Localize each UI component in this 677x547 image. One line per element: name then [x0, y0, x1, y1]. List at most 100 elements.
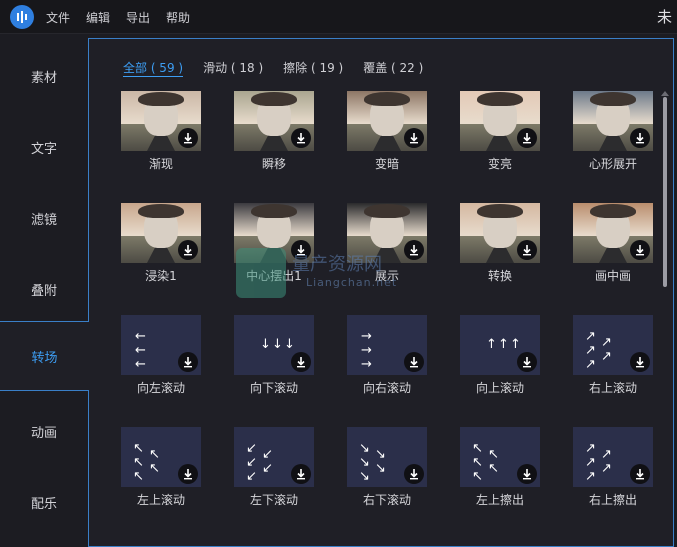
- arrow-glyph-icon: ↙: [246, 469, 257, 484]
- arrow-glyph-icon: ↗: [601, 447, 612, 462]
- sidebar-item-label: 滤镜: [30, 212, 57, 228]
- arrow-glyph-icon: ↓: [260, 337, 271, 352]
- watermark-text: 量产资源网: [292, 254, 382, 275]
- sidebar-item-overlay[interactable]: 叠附: [0, 254, 88, 324]
- download-icon[interactable]: [178, 464, 198, 484]
- download-icon[interactable]: [517, 128, 537, 148]
- transition-thumbnail[interactable]: [573, 203, 653, 263]
- sidebar-item-text[interactable]: 文字: [0, 112, 88, 182]
- arrow-glyph-icon: ↗: [601, 461, 612, 476]
- transition-label: 右上擦出: [588, 493, 637, 507]
- download-icon[interactable]: [178, 352, 198, 372]
- arrow-glyph-icon: ↗: [585, 357, 596, 372]
- transition-thumbnail[interactable]: ↖ ↖ ↖ ↖ ↖: [460, 427, 540, 487]
- transition-label: 渐现: [148, 157, 173, 171]
- transition-thumbnail[interactable]: [121, 91, 201, 151]
- download-icon[interactable]: [178, 128, 198, 148]
- transition-thumbnail[interactable]: ↘ ↘ ↘ ↘ ↘: [347, 427, 427, 487]
- arrow-glyph-icon: ↗: [601, 335, 612, 350]
- transition-thumbnail[interactable]: [347, 91, 427, 151]
- arrow-glyph-icon: ↙: [262, 447, 273, 462]
- watermark-logo-icon: [236, 248, 286, 298]
- transition-thumbnail[interactable]: ↙ ↙ ↙ ↙ ↙: [234, 427, 314, 487]
- tab-slide[interactable]: 滑动 ( 18 ): [203, 59, 263, 77]
- transition-thumbnail[interactable]: ↗ ↗ ↗ ↗ ↗: [573, 427, 653, 487]
- sidebar-item-music[interactable]: 配乐: [0, 467, 88, 537]
- arrow-glyph-icon: ↘: [375, 461, 386, 476]
- arrow-glyph-icon: ←: [135, 329, 146, 344]
- menu-help[interactable]: 帮助: [166, 9, 190, 26]
- transition-label: 向右滚动: [362, 381, 411, 395]
- sidebar-item-filter[interactable]: 滤镜: [0, 183, 88, 253]
- tab-wipe[interactable]: 擦除 ( 19 ): [283, 59, 343, 77]
- sidebar-item-label: 动画: [30, 425, 57, 441]
- arrow-glyph-icon: ↗: [585, 455, 596, 470]
- transition-thumbnail[interactable]: [121, 203, 201, 263]
- arrow-glyph-icon: ↖: [149, 447, 160, 462]
- transition-label: 变暗: [374, 157, 399, 171]
- transition-label: 浸染1: [145, 269, 177, 283]
- transition-label: 向上滚动: [475, 381, 524, 395]
- tab-all[interactable]: 全部 ( 59 ): [123, 59, 184, 77]
- transition-thumbnail[interactable]: [234, 91, 314, 151]
- download-icon[interactable]: [517, 464, 537, 484]
- download-icon[interactable]: [404, 464, 424, 484]
- download-icon[interactable]: [178, 240, 198, 260]
- transition-label: 心形展开: [588, 157, 637, 171]
- app-logo-icon[interactable]: [10, 5, 34, 29]
- transition-thumbnail[interactable]: [573, 91, 653, 151]
- menu-file[interactable]: 文件: [46, 9, 70, 26]
- transition-thumbnail[interactable]: [460, 203, 540, 263]
- scroll-up-icon[interactable]: [661, 91, 669, 96]
- arrow-glyph-icon: ↑: [510, 337, 521, 352]
- scrollbar-thumb[interactable]: [663, 97, 667, 287]
- tab-cover[interactable]: 覆盖 ( 22 ): [363, 59, 423, 77]
- download-icon[interactable]: [630, 240, 650, 260]
- download-icon[interactable]: [517, 352, 537, 372]
- download-icon[interactable]: [291, 352, 311, 372]
- sidebar-item-transition[interactable]: 转场: [0, 321, 89, 391]
- transition-thumbnail[interactable]: ↗ ↗ ↗ ↗ ↗: [573, 315, 653, 375]
- arrow-glyph-icon: ↙: [246, 441, 257, 456]
- arrow-glyph-icon: ←: [135, 357, 146, 372]
- transition-label: 左上滚动: [136, 493, 185, 507]
- transition-thumbnail[interactable]: ↓ ↓ ↓: [234, 315, 314, 375]
- sidebar-item-animation[interactable]: 动画: [0, 396, 88, 466]
- download-icon[interactable]: [630, 464, 650, 484]
- arrow-glyph-icon: ↖: [149, 461, 160, 476]
- watermark: 量产资源网 Liangchan.net: [236, 246, 446, 302]
- arrow-glyph-icon: ↘: [359, 441, 370, 456]
- transition-thumbnail[interactable]: [460, 91, 540, 151]
- arrow-glyph-icon: ↖: [488, 461, 499, 476]
- download-icon[interactable]: [517, 240, 537, 260]
- transition-thumbnail[interactable]: → → →: [347, 315, 427, 375]
- transition-label: 画中画: [594, 269, 631, 283]
- arrow-glyph-icon: ↗: [585, 441, 596, 456]
- transition-thumbnail[interactable]: ↑ ↑ ↑: [460, 315, 540, 375]
- menu-export[interactable]: 导出: [126, 9, 150, 26]
- transition-thumbnail[interactable]: ← ← ←: [121, 315, 201, 375]
- download-icon[interactable]: [404, 128, 424, 148]
- download-icon[interactable]: [630, 128, 650, 148]
- transition-label: 变亮: [487, 157, 512, 171]
- transition-label: 左上擦出: [475, 493, 524, 507]
- sidebar-item-material[interactable]: 素材: [0, 41, 88, 111]
- arrow-glyph-icon: ↓: [272, 337, 283, 352]
- sidebar-item-label: 文字: [30, 141, 57, 157]
- transition-label: 瞬移: [261, 157, 286, 171]
- download-icon[interactable]: [404, 352, 424, 372]
- transition-label: 向下滚动: [249, 381, 298, 395]
- arrow-glyph-icon: ↖: [472, 455, 483, 470]
- title-bar: 文件 编辑 导出 帮助 未: [0, 0, 677, 34]
- arrow-glyph-icon: ↖: [488, 447, 499, 462]
- download-icon[interactable]: [291, 464, 311, 484]
- menu-edit[interactable]: 编辑: [86, 9, 110, 26]
- transition-thumbnail[interactable]: ↖ ↖ ↖ ↖ ↖: [121, 427, 201, 487]
- arrow-glyph-icon: ↖: [133, 441, 144, 456]
- arrow-glyph-icon: ↗: [585, 469, 596, 484]
- watermark-subtext: Liangchan.net: [306, 276, 398, 289]
- transition-label: 右下滚动: [362, 493, 411, 507]
- download-icon[interactable]: [630, 352, 650, 372]
- arrow-glyph-icon: ↖: [472, 441, 483, 456]
- download-icon[interactable]: [291, 128, 311, 148]
